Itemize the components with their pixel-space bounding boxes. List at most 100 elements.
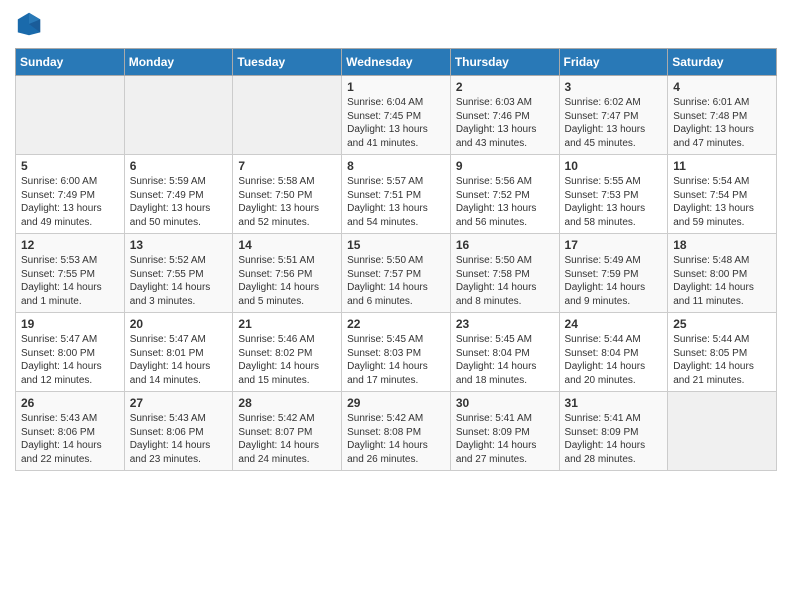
calendar-cell: 13 Sunrise: 5:52 AM Sunset: 7:55 PM Dayli… <box>124 234 233 313</box>
day-info: Sunrise: 5:48 AM Sunset: 8:00 PM Dayligh… <box>673 254 771 308</box>
day-info: Sunrise: 6:02 AM Sunset: 7:47 PM Dayligh… <box>565 96 663 150</box>
calendar-cell <box>124 76 233 155</box>
calendar-cell: 8 Sunrise: 5:57 AM Sunset: 7:51 PM Daylig… <box>342 155 451 234</box>
calendar-cell: 9 Sunrise: 5:56 AM Sunset: 7:52 PM Daylig… <box>450 155 559 234</box>
day-info: Sunrise: 5:44 AM Sunset: 8:04 PM Dayligh… <box>565 333 663 387</box>
calendar-header: SundayMondayTuesdayWednesdayThursdayFrid… <box>16 49 777 76</box>
day-info: Sunrise: 5:59 AM Sunset: 7:49 PM Dayligh… <box>130 175 228 229</box>
calendar-cell: 2 Sunrise: 6:03 AM Sunset: 7:46 PM Daylig… <box>450 76 559 155</box>
calendar-table: SundayMondayTuesdayWednesdayThursdayFrid… <box>15 48 777 471</box>
day-number: 30 <box>456 396 554 410</box>
day-info: Sunrise: 5:47 AM Sunset: 8:01 PM Dayligh… <box>130 333 228 387</box>
calendar-cell: 22Sunrise: 5:45 AM Sunset: 8:03 PM Dayli… <box>342 313 451 392</box>
day-info: Sunrise: 5:52 AM Sunset: 7:55 PM Dayligh… <box>130 254 228 308</box>
day-number: 8 <box>347 159 445 173</box>
calendar-week-row: 26 Sunrise: 5:43 AM Sunset: 8:06 PM Dayli… <box>16 392 777 471</box>
day-number: 25 <box>673 317 771 331</box>
day-number: 15 <box>347 238 445 252</box>
weekday-header: Friday <box>559 49 668 76</box>
day-info: Sunrise: 5:53 AM Sunset: 7:55 PM Dayligh… <box>21 254 119 308</box>
day-number: 17 <box>565 238 663 252</box>
day-info: Sunrise: 5:56 AM Sunset: 7:52 PM Dayligh… <box>456 175 554 229</box>
weekday-header: Tuesday <box>233 49 342 76</box>
day-number: 24 <box>565 317 663 331</box>
day-number: 22 <box>347 317 445 331</box>
calendar-cell: 17 Sunrise: 5:49 AM Sunset: 7:59 PM Dayli… <box>559 234 668 313</box>
day-number: 28 <box>238 396 336 410</box>
day-number: 16 <box>456 238 554 252</box>
day-number: 31 <box>565 396 663 410</box>
page-header <box>15 10 777 38</box>
calendar-cell: 26 Sunrise: 5:43 AM Sunset: 8:06 PM Dayli… <box>16 392 125 471</box>
calendar-cell: 10 Sunrise: 5:55 AM Sunset: 7:53 PM Dayli… <box>559 155 668 234</box>
calendar-week-row: 1 Sunrise: 6:04 AM Sunset: 7:45 PM Daylig… <box>16 76 777 155</box>
calendar-cell: 7 Sunrise: 5:58 AM Sunset: 7:50 PM Daylig… <box>233 155 342 234</box>
calendar-cell: 6 Sunrise: 5:59 AM Sunset: 7:49 PM Daylig… <box>124 155 233 234</box>
calendar-cell: 1 Sunrise: 6:04 AM Sunset: 7:45 PM Daylig… <box>342 76 451 155</box>
day-number: 13 <box>130 238 228 252</box>
day-info: Sunrise: 5:54 AM Sunset: 7:54 PM Dayligh… <box>673 175 771 229</box>
day-number: 7 <box>238 159 336 173</box>
day-number: 11 <box>673 159 771 173</box>
weekday-row: SundayMondayTuesdayWednesdayThursdayFrid… <box>16 49 777 76</box>
calendar-cell: 23 Sunrise: 5:45 AM Sunset: 8:04 PM Dayli… <box>450 313 559 392</box>
day-info: Sunrise: 5:44 AM Sunset: 8:05 PM Dayligh… <box>673 333 771 387</box>
day-info: Sunrise: 5:46 AM Sunset: 8:02 PM Dayligh… <box>238 333 336 387</box>
day-info: Sunrise: 5:42 AM Sunset: 8:08 PM Dayligh… <box>347 412 445 466</box>
calendar-cell: 24 Sunrise: 5:44 AM Sunset: 8:04 PM Dayli… <box>559 313 668 392</box>
calendar-cell: 11 Sunrise: 5:54 AM Sunset: 7:54 PM Dayli… <box>668 155 777 234</box>
day-number: 26 <box>21 396 119 410</box>
day-info: Sunrise: 5:57 AM Sunset: 7:51 PM Dayligh… <box>347 175 445 229</box>
day-number: 14 <box>238 238 336 252</box>
day-info: Sunrise: 6:01 AM Sunset: 7:48 PM Dayligh… <box>673 96 771 150</box>
day-info: Sunrise: 5:41 AM Sunset: 8:09 PM Dayligh… <box>565 412 663 466</box>
day-number: 18 <box>673 238 771 252</box>
day-info: Sunrise: 5:50 AM Sunset: 7:57 PM Dayligh… <box>347 254 445 308</box>
calendar-cell: 29 Sunrise: 5:42 AM Sunset: 8:08 PM Dayli… <box>342 392 451 471</box>
calendar-week-row: 12Sunrise: 5:53 AM Sunset: 7:55 PM Dayli… <box>16 234 777 313</box>
calendar-cell: 18 Sunrise: 5:48 AM Sunset: 8:00 PM Dayli… <box>668 234 777 313</box>
calendar-cell: 3Sunrise: 6:02 AM Sunset: 7:47 PM Daylig… <box>559 76 668 155</box>
day-info: Sunrise: 5:51 AM Sunset: 7:56 PM Dayligh… <box>238 254 336 308</box>
calendar-cell: 16 Sunrise: 5:50 AM Sunset: 7:58 PM Dayli… <box>450 234 559 313</box>
day-number: 6 <box>130 159 228 173</box>
calendar-cell: 20 Sunrise: 5:47 AM Sunset: 8:01 PM Dayli… <box>124 313 233 392</box>
day-info: Sunrise: 5:55 AM Sunset: 7:53 PM Dayligh… <box>565 175 663 229</box>
day-info: Sunrise: 6:04 AM Sunset: 7:45 PM Dayligh… <box>347 96 445 150</box>
day-number: 20 <box>130 317 228 331</box>
weekday-header: Monday <box>124 49 233 76</box>
day-number: 23 <box>456 317 554 331</box>
day-info: Sunrise: 5:45 AM Sunset: 8:04 PM Dayligh… <box>456 333 554 387</box>
calendar-week-row: 5Sunrise: 6:00 AM Sunset: 7:49 PM Daylig… <box>16 155 777 234</box>
day-number: 10 <box>565 159 663 173</box>
day-info: Sunrise: 6:03 AM Sunset: 7:46 PM Dayligh… <box>456 96 554 150</box>
day-info: Sunrise: 5:43 AM Sunset: 8:06 PM Dayligh… <box>130 412 228 466</box>
day-number: 1 <box>347 80 445 94</box>
calendar-body: 1 Sunrise: 6:04 AM Sunset: 7:45 PM Daylig… <box>16 76 777 471</box>
day-number: 19 <box>21 317 119 331</box>
day-info: Sunrise: 5:58 AM Sunset: 7:50 PM Dayligh… <box>238 175 336 229</box>
calendar-cell: 14 Sunrise: 5:51 AM Sunset: 7:56 PM Dayli… <box>233 234 342 313</box>
day-number: 2 <box>456 80 554 94</box>
day-info: Sunrise: 5:49 AM Sunset: 7:59 PM Dayligh… <box>565 254 663 308</box>
logo <box>15 10 47 38</box>
day-info: Sunrise: 5:43 AM Sunset: 8:06 PM Dayligh… <box>21 412 119 466</box>
calendar-cell: 5Sunrise: 6:00 AM Sunset: 7:49 PM Daylig… <box>16 155 125 234</box>
day-info: Sunrise: 5:50 AM Sunset: 7:58 PM Dayligh… <box>456 254 554 308</box>
calendar-week-row: 19 Sunrise: 5:47 AM Sunset: 8:00 PM Dayli… <box>16 313 777 392</box>
day-info: Sunrise: 5:47 AM Sunset: 8:00 PM Dayligh… <box>21 333 119 387</box>
calendar-cell: 19 Sunrise: 5:47 AM Sunset: 8:00 PM Dayli… <box>16 313 125 392</box>
calendar-cell: 31 Sunrise: 5:41 AM Sunset: 8:09 PM Dayli… <box>559 392 668 471</box>
calendar-cell: 25 Sunrise: 5:44 AM Sunset: 8:05 PM Dayli… <box>668 313 777 392</box>
calendar-cell <box>233 76 342 155</box>
day-info: Sunrise: 5:41 AM Sunset: 8:09 PM Dayligh… <box>456 412 554 466</box>
day-number: 27 <box>130 396 228 410</box>
day-number: 29 <box>347 396 445 410</box>
day-info: Sunrise: 5:42 AM Sunset: 8:07 PM Dayligh… <box>238 412 336 466</box>
calendar-cell: 15 Sunrise: 5:50 AM Sunset: 7:57 PM Dayli… <box>342 234 451 313</box>
weekday-header: Sunday <box>16 49 125 76</box>
weekday-header: Thursday <box>450 49 559 76</box>
calendar-cell: 30 Sunrise: 5:41 AM Sunset: 8:09 PM Dayli… <box>450 392 559 471</box>
logo-icon <box>15 10 43 38</box>
day-number: 9 <box>456 159 554 173</box>
